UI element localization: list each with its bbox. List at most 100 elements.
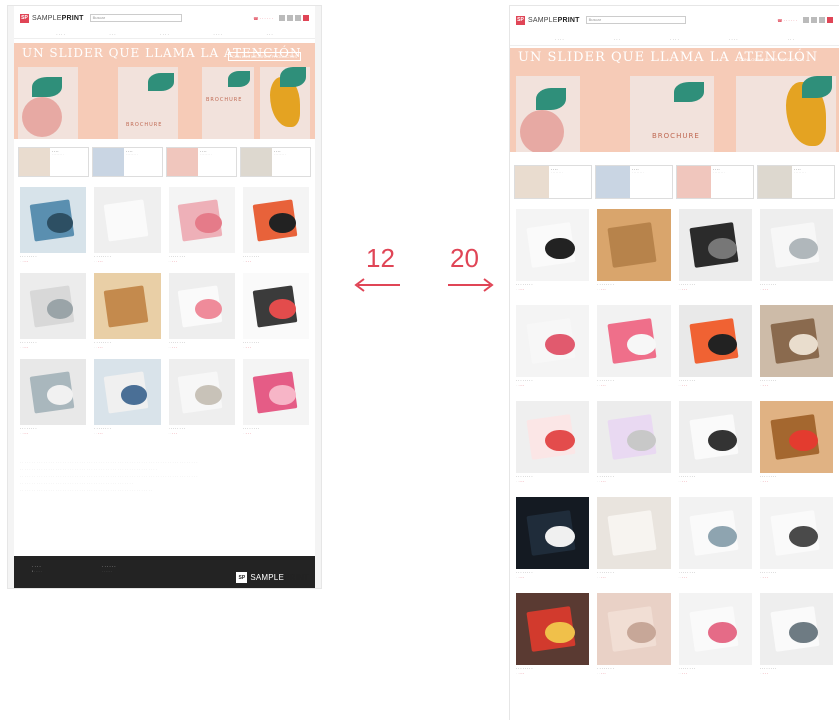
nav-item[interactable]: · · · ·: [729, 37, 738, 42]
product-card[interactable]: · · · · · · · · · · · · ·: [20, 359, 87, 435]
product-card[interactable]: · · · · · · · · · · · · ·: [20, 273, 87, 349]
product-card[interactable]: · · · · · · · · · · · · ·: [20, 187, 87, 263]
product-image[interactable]: [516, 401, 590, 473]
category-card[interactable]: · · · · · · · · · · · ·: [595, 165, 673, 199]
product-card[interactable]: · · · · · · · · · · · · ·: [759, 593, 833, 675]
category-card[interactable]: · · · · · · · · · · · ·: [514, 165, 592, 199]
product-image[interactable]: [597, 401, 671, 473]
product-image[interactable]: [597, 593, 671, 665]
nav-item[interactable]: · · ·: [266, 32, 272, 37]
product-image[interactable]: [20, 187, 87, 253]
product-image[interactable]: [759, 401, 833, 473]
product-card[interactable]: · · · · · · · · · · · · ·: [597, 401, 671, 483]
product-card[interactable]: · · · · · · · · · · · · ·: [94, 359, 161, 435]
product-image[interactable]: [678, 401, 752, 473]
product-card[interactable]: · · · · · · · · · · · · ·: [678, 593, 752, 675]
nav-item[interactable]: · · ·: [614, 37, 620, 42]
product-card[interactable]: · · · · · · · · · · · · ·: [94, 187, 161, 263]
product-card[interactable]: · · · · · · · · · · · · ·: [242, 359, 309, 435]
hero-slider[interactable]: UN SLIDER QUE LLAMA LA ATENCIÓN CON LOS …: [14, 43, 315, 139]
category-card[interactable]: · · · · · · · · · · · ·: [92, 147, 163, 177]
product-card[interactable]: · · · · · · · · · · · · ·: [516, 305, 590, 387]
nav-item[interactable]: · · · ·: [160, 32, 169, 37]
nav-item[interactable]: · · · ·: [670, 37, 679, 42]
product-card[interactable]: · · · · · · · · · · · · ·: [597, 305, 671, 387]
product-card[interactable]: · · · · · · · · · · · · ·: [678, 401, 752, 483]
footer-link[interactable]: · · · · · ·: [102, 569, 116, 573]
product-card[interactable]: · · · · · · · · · · · · ·: [94, 273, 161, 349]
product-image[interactable]: [168, 273, 235, 339]
product-card[interactable]: · · · · · · · · · · · · ·: [759, 497, 833, 579]
product-image[interactable]: [759, 209, 833, 281]
search-input[interactable]: Buscar: [89, 14, 182, 22]
product-image[interactable]: [759, 497, 833, 569]
category-card[interactable]: · · · · · · · · · · · ·: [240, 147, 311, 177]
product-image[interactable]: [597, 497, 671, 569]
cart-icon[interactable]: [303, 15, 309, 21]
nav-item[interactable]: · · ·: [109, 32, 115, 37]
product-card[interactable]: · · · · · · · · · · · · ·: [242, 273, 309, 349]
product-card[interactable]: · · · · · · · · · · · · ·: [242, 187, 309, 263]
product-image[interactable]: [242, 359, 309, 425]
product-image[interactable]: [94, 187, 161, 253]
product-image[interactable]: [242, 187, 309, 253]
product-card[interactable]: · · · · · · · · · · · · ·: [516, 209, 590, 291]
compare-icon[interactable]: [295, 15, 301, 21]
product-image[interactable]: [516, 209, 590, 281]
category-card[interactable]: · · · · · · · · · · · ·: [676, 165, 754, 199]
product-image[interactable]: [516, 497, 590, 569]
phone-contact[interactable]: ☎ · · · · · ·: [777, 18, 797, 23]
compare-icon[interactable]: [819, 17, 825, 23]
product-card[interactable]: · · · · · · · · · · · · ·: [597, 209, 671, 291]
category-card[interactable]: · · · · · · · · · · · ·: [166, 147, 237, 177]
product-image[interactable]: [516, 305, 590, 377]
nav-item[interactable]: · · · ·: [56, 32, 65, 37]
product-card[interactable]: · · · · · · · · · · · · ·: [597, 593, 671, 675]
product-card[interactable]: · · · · · · · · · · · · ·: [759, 305, 833, 387]
product-card[interactable]: · · · · · · · · · · · · ·: [759, 401, 833, 483]
product-image[interactable]: [597, 305, 671, 377]
product-image[interactable]: [678, 497, 752, 569]
nav-item[interactable]: · · · ·: [213, 32, 222, 37]
product-card[interactable]: · · · · · · · · · · · · ·: [516, 497, 590, 579]
cart-icon[interactable]: [827, 17, 833, 23]
product-card[interactable]: · · · · · · · · · · · · ·: [597, 497, 671, 579]
product-image[interactable]: [678, 305, 752, 377]
wishlist-icon[interactable]: [287, 15, 293, 21]
product-image[interactable]: [516, 593, 590, 665]
wishlist-icon[interactable]: [811, 17, 817, 23]
product-image[interactable]: [94, 359, 161, 425]
product-card[interactable]: · · · · · · · · · · · · ·: [678, 497, 752, 579]
hero-slider[interactable]: UN SLIDER QUE LLAMA LA ATENCIÓN CON LOS …: [510, 48, 839, 152]
product-image[interactable]: [597, 209, 671, 281]
logo[interactable]: SP SAMPLEPRINT: [516, 15, 580, 25]
product-image[interactable]: [168, 359, 235, 425]
product-card[interactable]: · · · · · · · · · · · · ·: [678, 209, 752, 291]
product-image[interactable]: [759, 593, 833, 665]
product-image[interactable]: [20, 359, 87, 425]
category-card[interactable]: · · · · · · · · · · · ·: [757, 165, 835, 199]
product-card[interactable]: · · · · · · · · · · · · ·: [168, 187, 235, 263]
product-card[interactable]: · · · · · · · · · · · · ·: [168, 273, 235, 349]
product-image[interactable]: [242, 273, 309, 339]
product-image[interactable]: [20, 273, 87, 339]
product-image[interactable]: [678, 209, 752, 281]
product-image[interactable]: [759, 305, 833, 377]
footer-link[interactable]: ▪ · · · · ·: [32, 569, 42, 573]
account-icon[interactable]: [803, 17, 809, 23]
search-input[interactable]: Buscar: [585, 16, 686, 24]
product-card[interactable]: · · · · · · · · · · · · ·: [678, 305, 752, 387]
category-card[interactable]: · · · · · · · · · · · ·: [18, 147, 89, 177]
phone-contact[interactable]: ☎ · · · · · ·: [253, 16, 273, 21]
account-icon[interactable]: [279, 15, 285, 21]
product-card[interactable]: · · · · · · · · · · · · ·: [759, 209, 833, 291]
product-card[interactable]: · · · · · · · · · · · · ·: [168, 359, 235, 435]
product-image[interactable]: [168, 187, 235, 253]
product-image[interactable]: [678, 593, 752, 665]
logo[interactable]: SP SAMPLEPRINT: [20, 13, 84, 23]
nav-item[interactable]: · · ·: [788, 37, 794, 42]
product-card[interactable]: · · · · · · · · · · · · ·: [516, 401, 590, 483]
product-card[interactable]: · · · · · · · · · · · · ·: [516, 593, 590, 675]
product-image[interactable]: [94, 273, 161, 339]
nav-item[interactable]: · · · ·: [555, 37, 564, 42]
